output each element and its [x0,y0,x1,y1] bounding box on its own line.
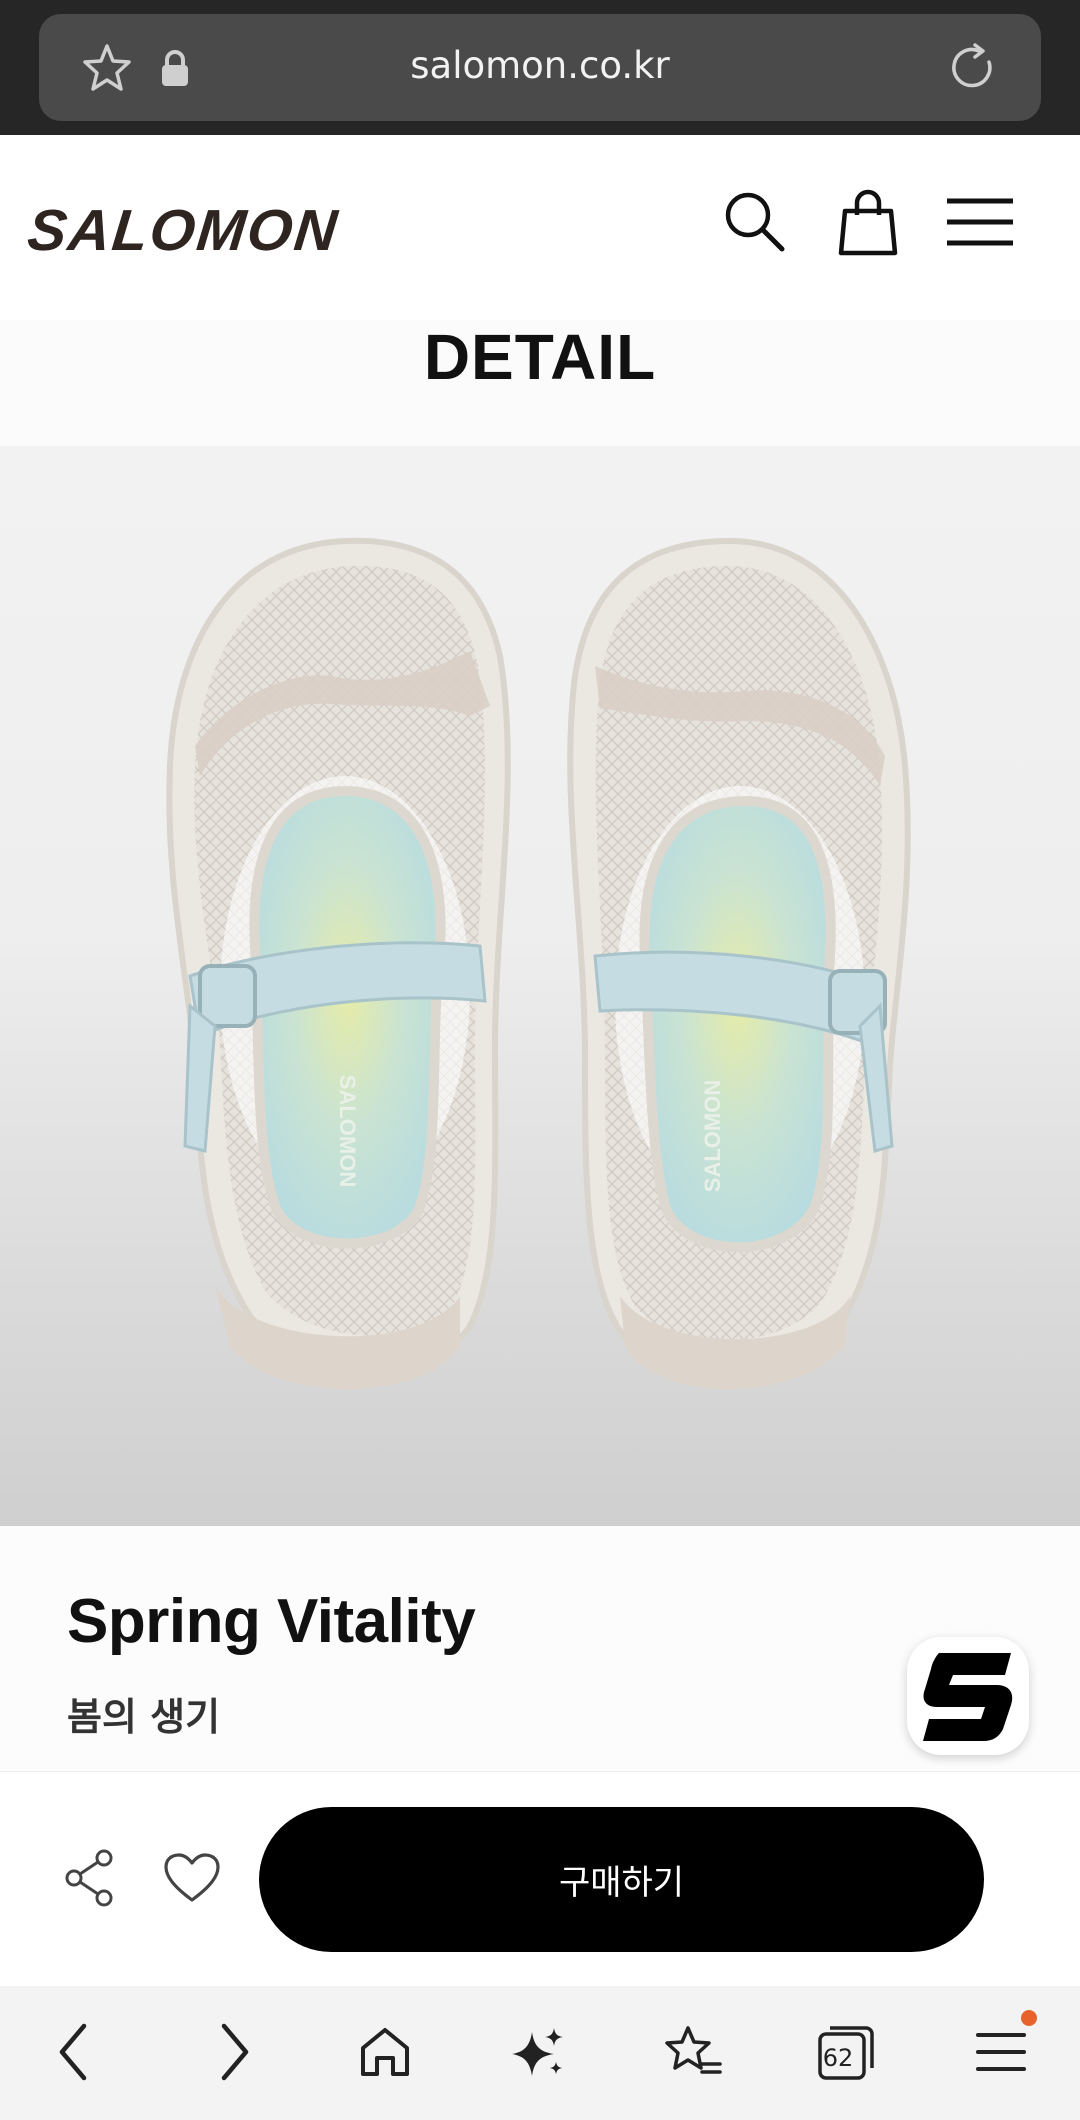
chevron-right-icon [221,2023,249,2081]
product-image: SALOMON SALOMON [0,446,1080,1526]
salomon-logo[interactable]: SALOMON [24,197,342,264]
shopping-bag-icon[interactable] [833,187,903,257]
shoes-illustration: SALOMON SALOMON [166,537,911,1390]
product-name: Spring Vitality [67,1587,476,1656]
hamburger-menu-icon[interactable] [945,187,1015,257]
left-insole-brand: SALOMON [335,1075,360,1187]
detail-section-header: DETAIL [0,320,1080,446]
home-button[interactable] [347,2014,423,2090]
salomon-chat-button[interactable] [907,1637,1029,1755]
product-subtitle: 봄의 생기 [67,1695,221,1739]
forward-button[interactable] [196,2014,272,2090]
reload-icon[interactable] [945,40,1001,96]
browser-menu-button[interactable] [963,2010,1039,2090]
chevron-left-icon [59,2023,87,2081]
menu-lines-icon [976,2033,1026,2071]
share-icon[interactable] [62,1848,118,1908]
page-title: DETAIL [423,321,657,393]
sparkle-icon [512,2028,563,2076]
browser-bottom-nav: 62 [0,1986,1080,2120]
notification-dot [1021,2010,1037,2026]
bookmarks-star-list-icon [665,2026,722,2074]
salomon-s-icon [923,1653,1013,1741]
search-icon[interactable] [720,187,790,257]
right-shoe [567,537,911,1390]
bookmarks-button[interactable] [655,2014,731,2090]
site-header: SALOMON [0,135,1080,320]
home-icon [361,2028,409,2076]
ai-assistant-button[interactable] [500,2014,576,2090]
tabs-button[interactable]: 62 [808,2014,884,2090]
tab-count: 62 [822,2044,854,2072]
right-insole-brand: SALOMON [700,1080,725,1192]
browser-address-bar: salomon.co.kr [0,0,1080,135]
wishlist-heart-icon[interactable] [163,1852,221,1904]
left-shoe [166,537,511,1390]
url-field[interactable]: salomon.co.kr [39,14,1041,121]
purchase-bar: 구매하기 [0,1771,1080,1986]
back-button[interactable] [36,2014,112,2090]
url-text: salomon.co.kr [410,44,670,87]
buy-button[interactable]: 구매하기 [259,1807,984,1952]
